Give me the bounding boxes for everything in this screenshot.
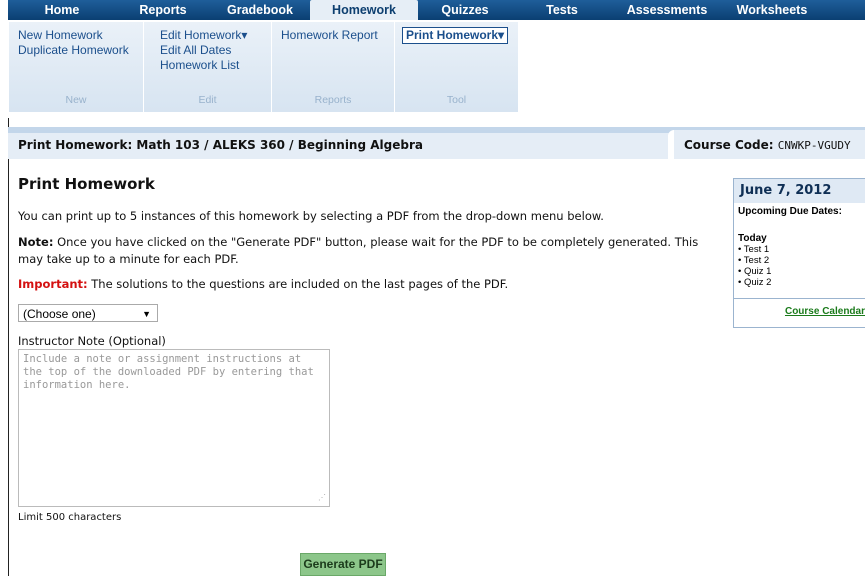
tab-gradebook[interactable]: Gradebook — [210, 0, 310, 20]
tab-quizzes[interactable]: Quizzes — [418, 0, 512, 20]
textarea-placeholder: Include a note or assignment instruction… — [23, 353, 314, 391]
tab-tests[interactable]: Tests — [512, 0, 612, 20]
instructor-note-textarea[interactable]: Include a note or assignment instruction… — [18, 349, 330, 507]
tab-reports[interactable]: Reports — [116, 0, 210, 20]
today-heading: Today — [738, 233, 767, 244]
section-heading: Print Homework — [18, 175, 155, 193]
ribbon-group-tool: Print Homework▾ Tool — [395, 22, 519, 112]
page-title: Print Homework: Math 103 / ALEKS 360 / B… — [18, 138, 423, 152]
ribbon-group-new: New Homework Duplicate Homework New — [9, 22, 144, 112]
print-homework-dropdown[interactable]: Print Homework▾ — [402, 27, 509, 44]
edit-all-dates-link[interactable]: Edit All Dates — [144, 43, 271, 58]
homework-list-link[interactable]: Homework List — [144, 58, 271, 73]
list-item[interactable]: • Quiz 2 — [738, 277, 865, 288]
generate-pdf-button[interactable]: Generate PDF — [300, 553, 386, 576]
note-label: Note: — [18, 235, 54, 249]
homework-report-link[interactable]: Homework Report — [272, 28, 394, 43]
important-paragraph: Important: The solutions to the question… — [18, 276, 718, 293]
ribbon-group-label: New — [65, 94, 87, 106]
instructor-note-label: Instructor Note (Optional) — [18, 334, 166, 348]
course-code-value: CNWKP-VGUDY — [777, 139, 851, 152]
intro-text: You can print up to 5 instances of this … — [18, 209, 604, 223]
character-limit-text: Limit 500 characters — [18, 512, 122, 523]
divider — [734, 298, 865, 299]
ribbon-group-label: Tool — [446, 94, 467, 106]
course-code: Course Code: CNWKP-VGUDY — [684, 138, 851, 152]
tab-home[interactable]: Home — [8, 0, 116, 20]
ribbon-group-label: Edit — [198, 94, 217, 106]
ribbon-group-label: Reports — [314, 94, 352, 106]
tab-worksheets[interactable]: Worksheets — [722, 0, 822, 20]
pdf-select[interactable]: (Choose one) ▼ — [18, 304, 158, 322]
resize-grip-icon[interactable]: ⋰ — [318, 491, 326, 504]
upcoming-heading: Upcoming Due Dates: — [738, 206, 842, 217]
list-item[interactable]: • Test 1 — [738, 244, 865, 255]
pdf-select-value: (Choose one) — [23, 307, 96, 321]
important-text: The solutions to the questions are inclu… — [87, 277, 509, 291]
new-homework-link[interactable]: New Homework — [9, 28, 143, 43]
list-item[interactable]: • Quiz 1 — [738, 266, 865, 277]
tab-assessments[interactable]: Assessments — [612, 0, 722, 20]
note-text: Once you have clicked on the "Generate P… — [18, 235, 699, 266]
tab-homework[interactable]: Homework — [310, 0, 418, 22]
due-list: • Test 1 • Test 2 • Quiz 1 • Quiz 2 — [734, 244, 865, 288]
chevron-down-icon: ▼ — [142, 309, 151, 319]
ribbon-group-reports: Homework Report Reports — [272, 22, 395, 112]
course-code-label: Course Code: — [684, 138, 774, 152]
main-nav: Home Reports Gradebook Homework Quizzes … — [8, 0, 865, 22]
course-code-box: Course Code: CNWKP-VGUDY — [668, 130, 865, 159]
current-date: June 7, 2012 — [734, 179, 865, 203]
note-paragraph: Note: Once you have clicked on the "Gene… — [18, 234, 718, 268]
ribbon-group-edit: Edit Homework▾ Edit All Dates Homework L… — [144, 22, 272, 112]
edit-homework-dropdown[interactable]: Edit Homework▾ — [144, 28, 271, 43]
due-dates-panel: June 7, 2012 Upcoming Due Dates: Today •… — [733, 178, 865, 328]
course-calendar-link[interactable]: Course Calendar — [734, 306, 865, 317]
important-label: Important: — [18, 277, 88, 291]
duplicate-homework-link[interactable]: Duplicate Homework — [9, 43, 143, 58]
ribbon-toolbar: New Homework Duplicate Homework New Edit… — [8, 20, 865, 118]
list-item[interactable]: • Test 2 — [738, 255, 865, 266]
